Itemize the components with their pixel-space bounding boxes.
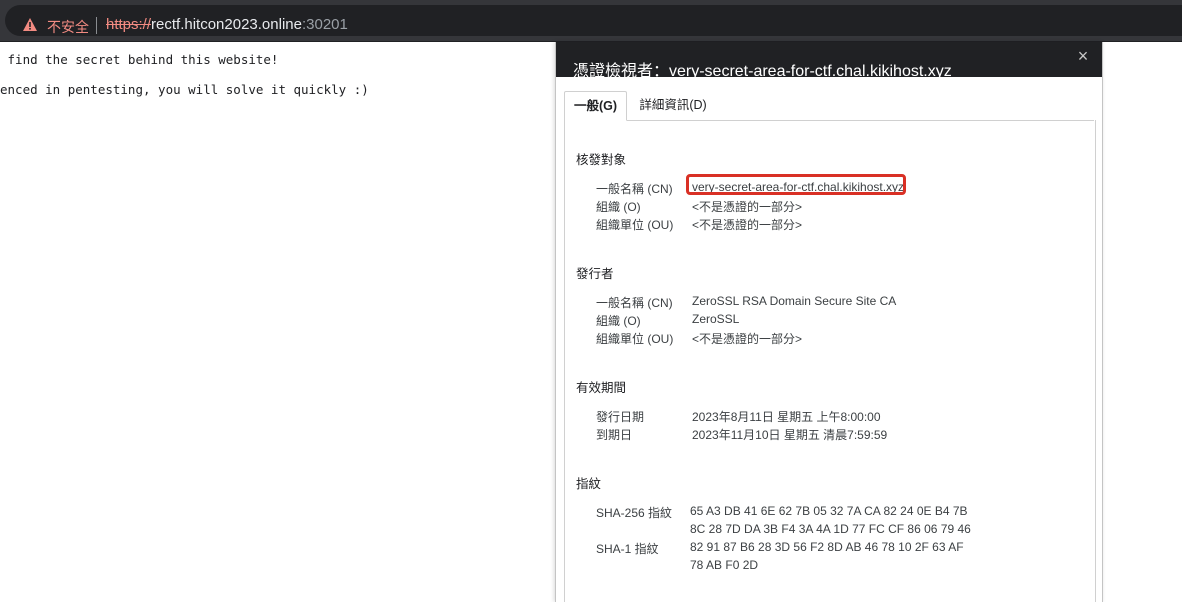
section-title-fingerprints: 指紋	[576, 477, 602, 491]
sha256-line: 8C 28 7D DA 3B F4 3A 4A 1D 77 FC CF 86 0…	[690, 522, 971, 536]
dialog-title: 憑證檢視者：very-secret-area-for-ctf.chal.kiki…	[573, 63, 952, 80]
section-title-issuer: 發行者	[576, 267, 614, 281]
dialog-header: 憑證檢視者：very-secret-area-for-ctf.chal.kiki…	[556, 42, 1102, 80]
page-text-line: find the secret behind this website!	[0, 52, 279, 67]
field-label: SHA-1 指紋	[596, 542, 659, 556]
section-title-validity: 有效期間	[576, 381, 627, 395]
field-label: 組織 (O)	[596, 200, 641, 214]
field-label: 組織單位 (OU)	[596, 218, 674, 232]
url-text[interactable]: https://rectf.hitcon2023.online:30201	[106, 16, 348, 33]
field-value: 2023年11月10日 星期五 清晨7:59:59	[692, 428, 888, 442]
field-value: <不是憑證的一部分>	[692, 200, 803, 214]
address-bar[interactable]: 不安全 https://rectf.hitcon2023.online:3020…	[5, 5, 1182, 36]
browser-toolbar: 不安全 https://rectf.hitcon2023.online:3020…	[0, 0, 1182, 42]
tab-bar: 一般(G) 詳細資訊(D)	[564, 91, 1094, 121]
sha1-line: 78 AB F0 2D	[690, 558, 759, 572]
field-value: 2023年8月11日 星期五 上午8:00:00	[692, 410, 881, 424]
field-label: 組織 (O)	[596, 314, 641, 328]
tab-general[interactable]: 一般(G)	[564, 91, 627, 121]
page-text-line: enced in pentesting, you will solve it q…	[0, 82, 369, 97]
separator	[96, 17, 97, 34]
not-secure-label[interactable]: 不安全	[47, 17, 89, 37]
cn-highlight-box	[686, 174, 906, 195]
field-label: 一般名稱 (CN)	[596, 296, 673, 310]
field-label: 組織單位 (OU)	[596, 332, 674, 346]
field-label: 發行日期	[596, 410, 645, 424]
url-port: :30201	[301, 16, 348, 33]
field-value: ZeroSSL	[692, 312, 740, 326]
field-value: <不是憑證的一部分>	[692, 332, 803, 346]
field-value: ZeroSSL RSA Domain Secure Site CA	[692, 294, 897, 308]
field-label: SHA-256 指紋	[596, 506, 673, 520]
tab-details[interactable]: 詳細資訊(D)	[632, 91, 714, 119]
field-value: <不是憑證的一部分>	[692, 218, 803, 232]
url-host: rectf.hitcon2023.online	[151, 16, 302, 33]
sha256-line: 65 A3 DB 41 6E 62 7B 05 32 7A CA 82 24 0…	[690, 504, 968, 518]
warning-icon[interactable]	[23, 18, 37, 31]
sha1-line: 82 91 87 B6 28 3D 56 F2 8D AB 46 78 10 2…	[690, 540, 964, 554]
close-button[interactable]: ×	[1072, 45, 1094, 67]
url-scheme: https://	[106, 16, 152, 33]
field-label: 一般名稱 (CN)	[596, 182, 673, 196]
section-title-subject: 核發對象	[576, 153, 627, 167]
field-label: 到期日	[596, 428, 633, 442]
